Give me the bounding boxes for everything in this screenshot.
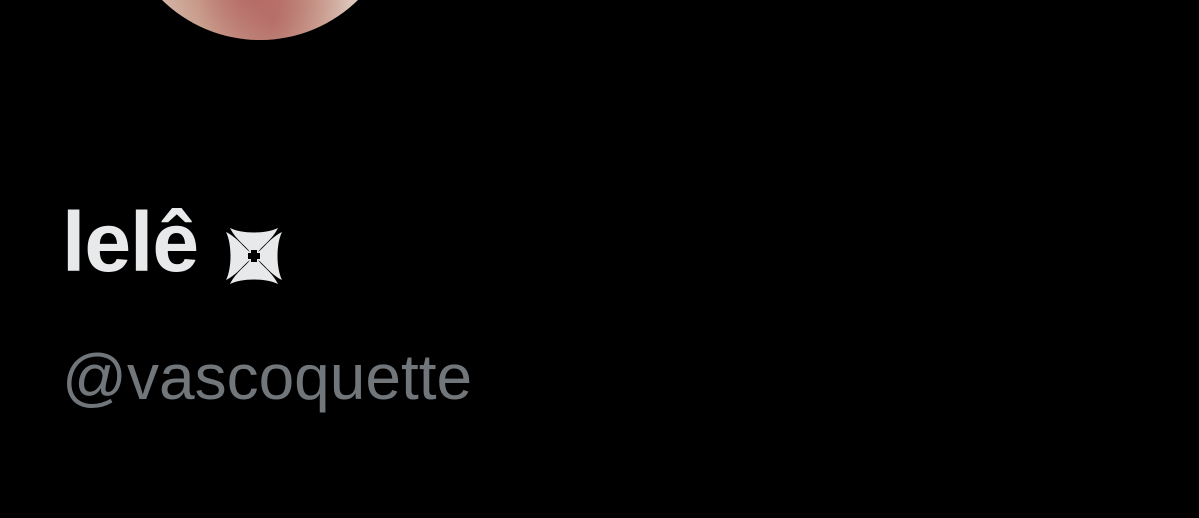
cross-pattee-icon [222,217,286,284]
display-name-text: lelê [62,195,199,289]
avatar[interactable] [120,0,400,40]
display-name: lelê [62,200,286,284]
username-handle[interactable]: @vascoquette [62,345,472,409]
profile-header: lelê @vascoquette [0,0,1199,518]
